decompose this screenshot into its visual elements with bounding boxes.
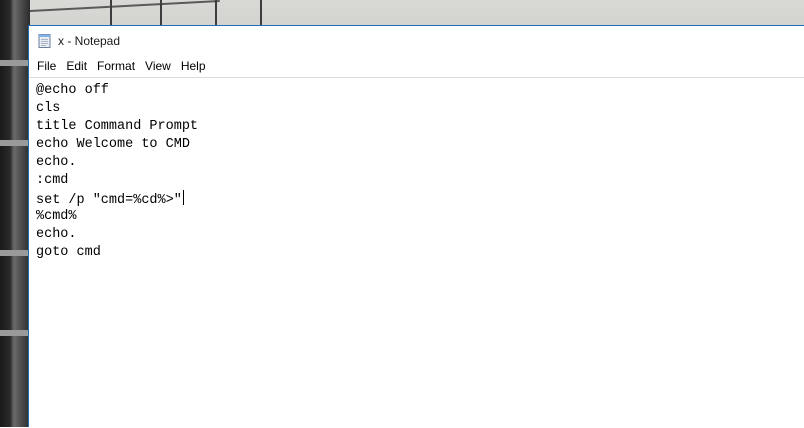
editor-line: echo. bbox=[36, 227, 77, 242]
menu-format[interactable]: Format bbox=[92, 57, 140, 75]
wallpaper-cable bbox=[110, 0, 112, 26]
wallpaper-tower-crossbar bbox=[0, 330, 30, 336]
menu-help[interactable]: Help bbox=[176, 57, 211, 75]
editor-line: %cmd% bbox=[36, 209, 77, 224]
editor-line: echo Welcome to CMD bbox=[36, 137, 190, 152]
window-title: x - Notepad bbox=[58, 34, 121, 48]
editor-line: :cmd bbox=[36, 173, 69, 188]
editor-line-active: set /p "cmd=%cd%>" bbox=[36, 190, 804, 208]
wallpaper-cable bbox=[160, 0, 162, 26]
menu-bar: File Edit Format View Help bbox=[29, 56, 804, 76]
editor-line: cls bbox=[36, 101, 61, 116]
menu-file[interactable]: File bbox=[32, 57, 61, 75]
title-bar[interactable]: x - Notepad bbox=[29, 26, 804, 56]
editor-line-text: set /p "cmd=%cd%>" bbox=[36, 193, 182, 208]
editor-line: goto cmd bbox=[36, 245, 101, 260]
editor-line: echo. bbox=[36, 155, 77, 170]
wallpaper-cable bbox=[29, 0, 220, 12]
notepad-icon bbox=[38, 34, 51, 48]
wallpaper-cable bbox=[260, 0, 262, 26]
wallpaper-cable bbox=[215, 0, 217, 26]
wallpaper-tower-crossbar bbox=[0, 250, 30, 256]
editor-line: title Command Prompt bbox=[36, 119, 199, 134]
menu-edit[interactable]: Edit bbox=[61, 57, 92, 75]
editor-line: @echo off bbox=[36, 83, 109, 98]
text-caret bbox=[182, 190, 184, 205]
wallpaper-tower-crossbar bbox=[0, 60, 30, 66]
text-editor[interactable]: @echo off cls title Command Prompt echo … bbox=[29, 77, 804, 428]
notepad-window[interactable]: x - Notepad File Edit Format View Help @… bbox=[28, 25, 804, 428]
wallpaper-tower-crossbar bbox=[0, 140, 30, 146]
menu-view[interactable]: View bbox=[140, 57, 176, 75]
